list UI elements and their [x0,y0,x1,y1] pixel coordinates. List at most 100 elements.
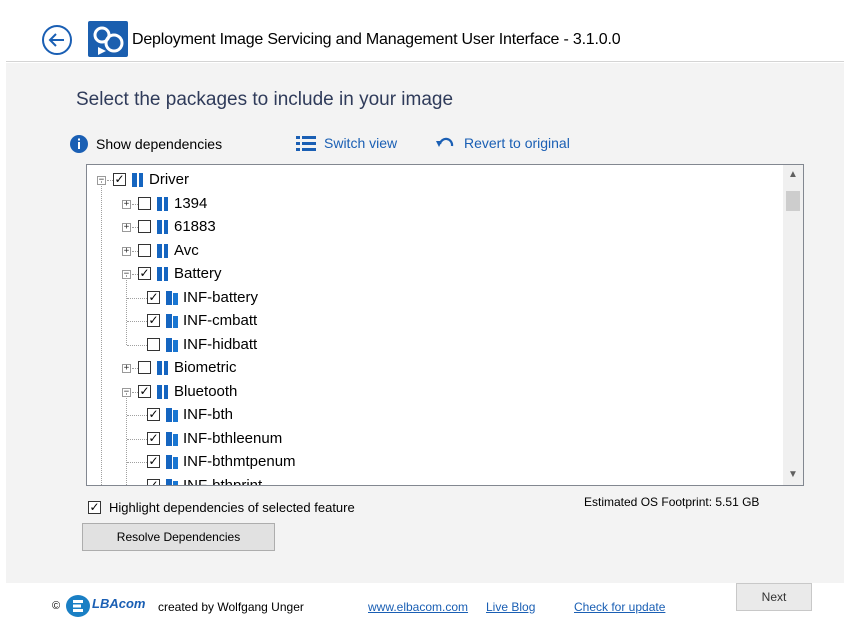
scroll-up-icon[interactable]: ▲ [783,165,803,185]
tree-node-label: 1394 [174,194,208,212]
folder-icon [157,384,168,399]
tree-node[interactable]: ✓ INF-bthmtpenum [87,451,777,473]
folder-icon [157,196,168,211]
revert-label: Revert to original [464,135,570,151]
os-footprint: Estimated OS Footprint: 5.51 GB [584,495,760,509]
tree-node-checkbox[interactable]: ✓ [138,267,151,280]
switch-view-label: Switch view [324,135,398,151]
expand-icon[interactable]: + [122,246,131,256]
tree-connector [127,415,147,416]
main-content: Select the packages to include in your i… [6,63,844,583]
tree-node-checkbox[interactable]: ✓ [147,314,160,327]
tree-node-checkbox[interactable] [138,361,151,374]
tree-node[interactable]: − ✓ Bluetooth [87,381,777,403]
highlight-dependencies-checkbox[interactable]: ✓ Highlight dependencies of selected fea… [88,500,355,515]
tree-node-checkbox[interactable]: ✓ [147,431,160,445]
tree-node-label: INF-bth [183,406,234,423]
tree-connector [127,297,147,299]
tree-node-label: 61883 [174,218,216,235]
expand-icon[interactable]: + [122,199,131,209]
package-icon [166,455,178,469]
tree-node-label: INF-bthmtpenum [183,453,296,470]
package-tree[interactable]: − ✓ Driver +1394 +61883 + Avc − ✓ Battery ✓ INF-bat… [86,164,804,486]
resolve-dependencies-button[interactable]: Resolve Dependencies [82,523,275,551]
tree-node[interactable]: + Biometric [87,357,777,379]
tree-node[interactable]: INF-hidbatt [87,334,777,356]
tree-node-label: INF-hidbatt [183,335,258,353]
website-link[interactable]: www.elbacom.com [368,600,468,614]
info-icon [70,135,88,153]
tree-node[interactable]: ✓ INF-bth [87,404,777,426]
folder-icon [157,243,168,258]
back-arrow-icon[interactable] [42,25,72,55]
tree-node-label: INF-cmbatt [183,312,258,329]
tree-node-checkbox[interactable]: ✓ [147,455,160,468]
expand-icon[interactable]: + [122,223,131,232]
tree-node-checkbox[interactable]: ✓ [147,290,160,304]
next-button[interactable]: Next [736,583,812,611]
live-blog-link[interactable]: Live Blog [486,600,535,614]
tree-node-label: INF-battery [183,288,259,306]
switch-view-button[interactable]: Switch view [296,135,397,151]
folder-icon [157,267,168,281]
copyright-symbol: © [52,600,61,612]
elba-logo-icon [66,595,90,617]
footer: © LBAcom created by Wolfgang Unger www.e… [6,583,844,627]
tree-node[interactable]: ✓ INF-bthprint [87,475,777,487]
tree-node[interactable]: ✓ INF-battery [87,287,777,309]
tree-guide-line [126,275,127,345]
tree-node-label: Biometric [174,359,237,376]
tree-node-checkbox[interactable] [147,337,160,351]
package-icon [166,478,178,485]
package-icon [166,431,178,446]
tree-node-checkbox[interactable] [138,196,151,210]
show-dependencies-button[interactable]: Show dependencies [70,135,222,153]
tree-node-checkbox[interactable]: ✓ [147,408,160,421]
tree-node[interactable]: − ✓ Battery [87,263,777,285]
tree-node-label: Bluetooth [174,382,238,400]
check-update-link[interactable]: Check for update [574,600,665,614]
tree-connector [127,462,147,463]
tree-scrollbar[interactable]: ▲ ▼ [783,165,803,485]
app-window: Deployment Image Servicing and Managemen… [6,0,844,627]
tree-node[interactable]: + Avc [87,240,777,262]
tree-node-checkbox[interactable]: ✓ [147,478,160,485]
tree-node[interactable]: ✓ INF-cmbatt [87,310,777,332]
scroll-down-icon[interactable]: ▼ [783,465,803,485]
tree-node-checkbox[interactable] [138,243,151,257]
revert-button[interactable]: Revert to original [436,135,570,151]
tree-node-checkbox[interactable]: ✓ [138,384,151,398]
brand-name: LBAcom [92,596,146,611]
package-icon [166,408,178,422]
title-bar: Deployment Image Servicing and Managemen… [6,0,844,62]
package-icon [166,337,178,352]
folder-icon [157,220,168,234]
tree-guide-line [126,393,127,485]
author-credit: created by Wolfgang Unger [158,600,304,614]
tree-connector [127,486,147,487]
page-heading: Select the packages to include in your i… [76,89,454,110]
tree-node-checkbox[interactable] [138,220,151,233]
highlight-label: Highlight dependencies of selected featu… [109,500,355,515]
tree-node-label: Driver [149,171,189,188]
show-dependencies-label: Show dependencies [96,136,223,152]
tree-node-label: INF-bthprint [183,476,263,486]
tree-node-checkbox[interactable]: ✓ [113,173,126,186]
expand-icon[interactable]: + [122,364,131,373]
folder-icon [157,361,168,375]
package-icon [166,314,178,328]
list-icon [296,136,316,151]
tree-node[interactable]: +1394 [87,193,777,215]
window-title: Deployment Image Servicing and Managemen… [132,31,621,48]
tree-node[interactable]: +61883 [87,216,777,238]
tree-guide-line [101,181,102,485]
tree-node[interactable]: − ✓ Driver [87,169,777,191]
tree-connector [127,438,147,440]
highlight-checkbox-box[interactable]: ✓ [88,501,101,514]
tree-node-label: Avc [174,241,199,259]
tree-connector [127,321,147,322]
undo-icon [436,137,454,147]
package-icon [166,290,178,305]
tree-node[interactable]: ✓ INF-bthleenum [87,428,777,450]
scroll-thumb[interactable] [786,191,800,211]
